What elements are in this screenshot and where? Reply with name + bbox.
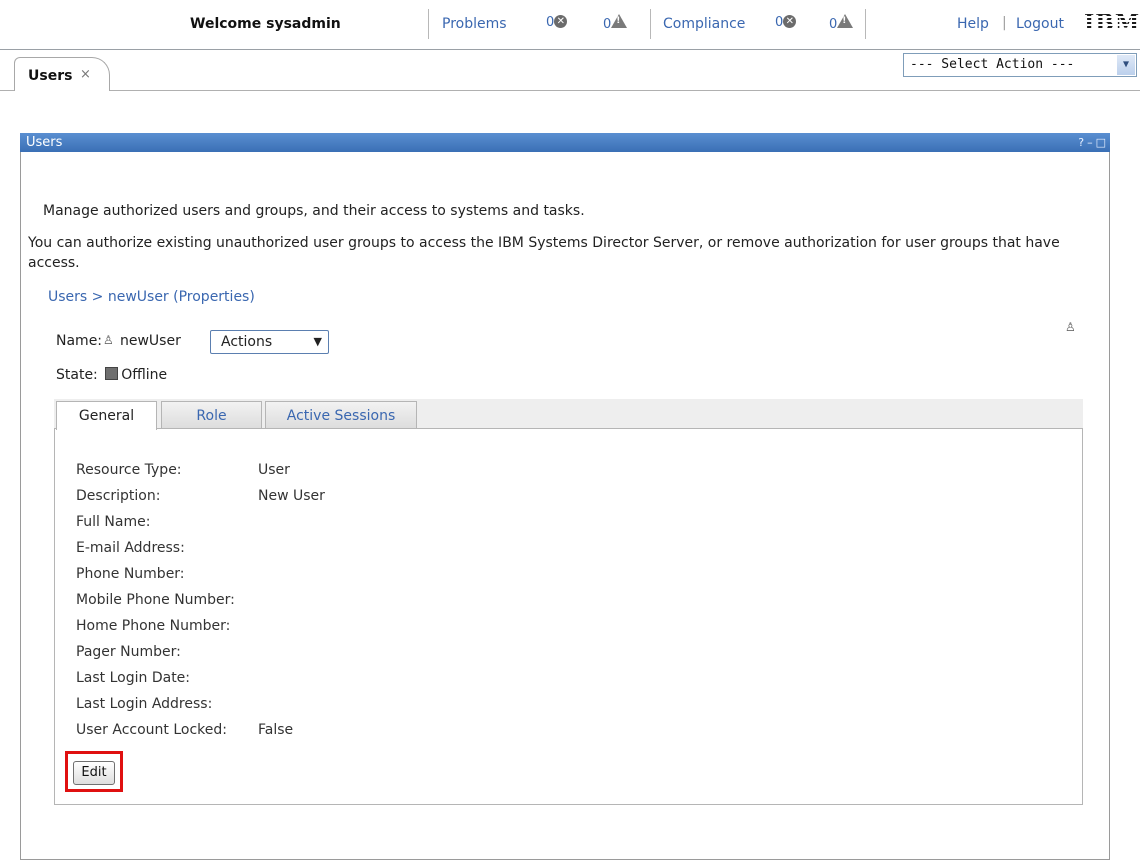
property-value: False bbox=[258, 722, 294, 738]
compliance-errors[interactable]: 0 ✕ bbox=[775, 14, 797, 30]
select-action-dropdown[interactable]: --- Select Action --- ▼ bbox=[903, 53, 1137, 77]
edit-button[interactable]: Edit bbox=[73, 761, 115, 785]
actions-label: Actions bbox=[221, 334, 273, 350]
property-value: New User bbox=[258, 488, 325, 504]
general-tab-panel bbox=[54, 428, 1083, 805]
chevron-down-icon[interactable]: ▼ bbox=[1117, 55, 1135, 75]
name-label: Name: bbox=[56, 333, 103, 349]
error-icon: ✕ bbox=[554, 15, 568, 28]
property-label: Mobile Phone Number: bbox=[76, 592, 235, 608]
breadcrumb[interactable]: Users > newUser (Properties) bbox=[48, 289, 255, 305]
warning-icon bbox=[611, 14, 628, 28]
portlet-controls: ? – □ bbox=[1075, 133, 1106, 152]
help-link[interactable]: Help bbox=[957, 16, 989, 32]
state-value: Offline bbox=[121, 367, 168, 383]
tab-role[interactable]: Role bbox=[161, 401, 262, 429]
page-description-detail: You can authorize existing unauthorized … bbox=[28, 235, 1060, 271]
actions-dropdown[interactable]: Actions ▼ bbox=[210, 330, 329, 354]
help-icon[interactable]: ? bbox=[1078, 136, 1084, 149]
maximize-icon[interactable]: □ bbox=[1096, 136, 1106, 149]
property-value: User bbox=[258, 462, 290, 478]
compliance-warning-count: 0 bbox=[829, 17, 838, 32]
property-label: E-mail Address: bbox=[76, 540, 185, 556]
logout-link[interactable]: Logout bbox=[1016, 16, 1064, 32]
close-icon[interactable]: × bbox=[80, 67, 91, 82]
tab-active-sessions[interactable]: Active Sessions bbox=[265, 401, 417, 429]
name-value: newUser bbox=[120, 333, 181, 349]
problems-warnings[interactable]: 0 bbox=[603, 14, 628, 32]
problems-warning-count: 0 bbox=[603, 17, 612, 32]
user-icon: ♙ bbox=[103, 333, 114, 347]
compliance-link[interactable]: Compliance bbox=[663, 16, 745, 32]
welcome-text: Welcome sysadmin bbox=[190, 16, 341, 32]
property-label: Description: bbox=[76, 488, 161, 504]
caret-down-icon: ▼ bbox=[313, 335, 322, 348]
portlet-title: Users bbox=[26, 135, 63, 150]
minimize-icon[interactable]: – bbox=[1087, 136, 1093, 149]
problems-link[interactable]: Problems bbox=[442, 16, 507, 32]
property-label: User Account Locked: bbox=[76, 722, 227, 738]
banner-divider bbox=[865, 9, 866, 39]
property-label: Full Name: bbox=[76, 514, 151, 530]
error-icon: ✕ bbox=[783, 15, 797, 28]
banner-divider bbox=[428, 9, 429, 39]
property-label: Home Phone Number: bbox=[76, 618, 231, 634]
select-action-value: --- Select Action --- bbox=[910, 57, 1075, 72]
warning-icon bbox=[837, 14, 854, 28]
property-label: Last Login Date: bbox=[76, 670, 191, 686]
property-label: Last Login Address: bbox=[76, 696, 213, 712]
header-separator: | bbox=[1002, 15, 1007, 31]
banner-divider bbox=[650, 9, 651, 39]
compliance-warnings[interactable]: 0 bbox=[829, 14, 854, 32]
user-icon[interactable]: ♙ bbox=[1065, 320, 1076, 334]
compliance-error-count: 0 bbox=[775, 15, 784, 30]
banner-divider-line bbox=[0, 49, 1140, 50]
portlet-title-bar: Users ? – □ bbox=[20, 133, 1110, 152]
problems-errors[interactable]: 0 ✕ bbox=[546, 14, 568, 30]
ibm-logo: IBM. bbox=[1084, 10, 1140, 36]
offline-status-icon bbox=[105, 367, 119, 380]
property-label: Phone Number: bbox=[76, 566, 185, 582]
tab-row-line bbox=[0, 90, 1140, 91]
page-description: Manage authorized users and groups, and … bbox=[43, 203, 585, 219]
state-label: State: Offline bbox=[56, 367, 167, 383]
property-label: Pager Number: bbox=[76, 644, 181, 660]
state-label-text: State: bbox=[56, 367, 98, 383]
tab-general[interactable]: General bbox=[56, 401, 157, 430]
tab-users-label[interactable]: Users bbox=[28, 68, 72, 84]
problems-error-count: 0 bbox=[546, 15, 555, 30]
property-label: Resource Type: bbox=[76, 462, 182, 478]
